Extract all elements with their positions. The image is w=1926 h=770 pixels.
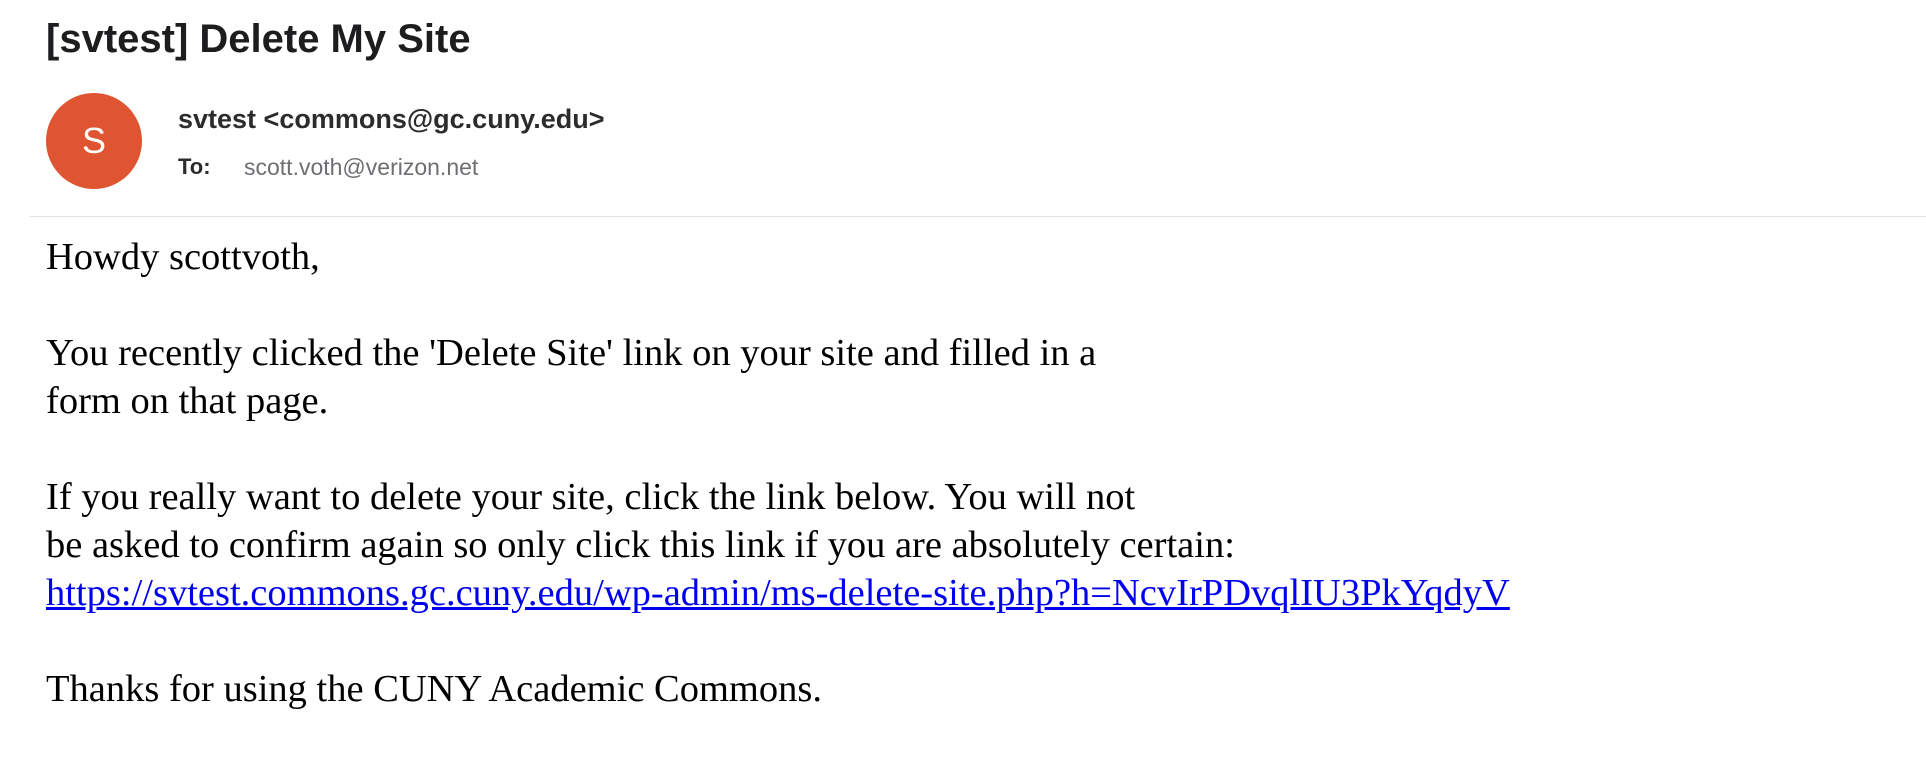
recipient-address[interactable]: scott.voth@verizon.net (244, 152, 478, 182)
greeting-paragraph: Howdy scottvoth, (46, 233, 1906, 281)
closing-line: Thanks for using the CUNY Academic Commo… (46, 668, 822, 710)
body-paragraph-2: If you really want to delete your site, … (46, 473, 1906, 617)
paragraph-2-line-1: If you really want to delete your site, … (46, 476, 1136, 518)
email-body: Howdy scottvoth, You recently clicked th… (46, 233, 1906, 713)
body-paragraph-1: You recently clicked the 'Delete Site' l… (46, 329, 1906, 425)
avatar-initial: S (81, 120, 106, 161)
to-label: To: (178, 154, 211, 179)
greeting-line: Howdy scottvoth, (46, 236, 320, 278)
paragraph-2-line-2: be asked to confirm again so only click … (46, 524, 1235, 566)
sender-avatar[interactable]: S (46, 93, 142, 189)
header-divider (30, 216, 1926, 217)
paragraph-1-line-2: form on that page. (46, 380, 329, 422)
paragraph-1-line-1: You recently clicked the 'Delete Site' l… (46, 332, 1097, 374)
delete-site-link[interactable]: https://svtest.commons.gc.cuny.edu/wp-ad… (46, 569, 1906, 617)
closing-paragraph: Thanks for using the CUNY Academic Commo… (46, 665, 1906, 713)
email-header: S svtest <commons@gc.cuny.edu> To: scott… (0, 0, 1926, 218)
sender-name[interactable]: svtest <commons@gc.cuny.edu> (178, 102, 604, 136)
